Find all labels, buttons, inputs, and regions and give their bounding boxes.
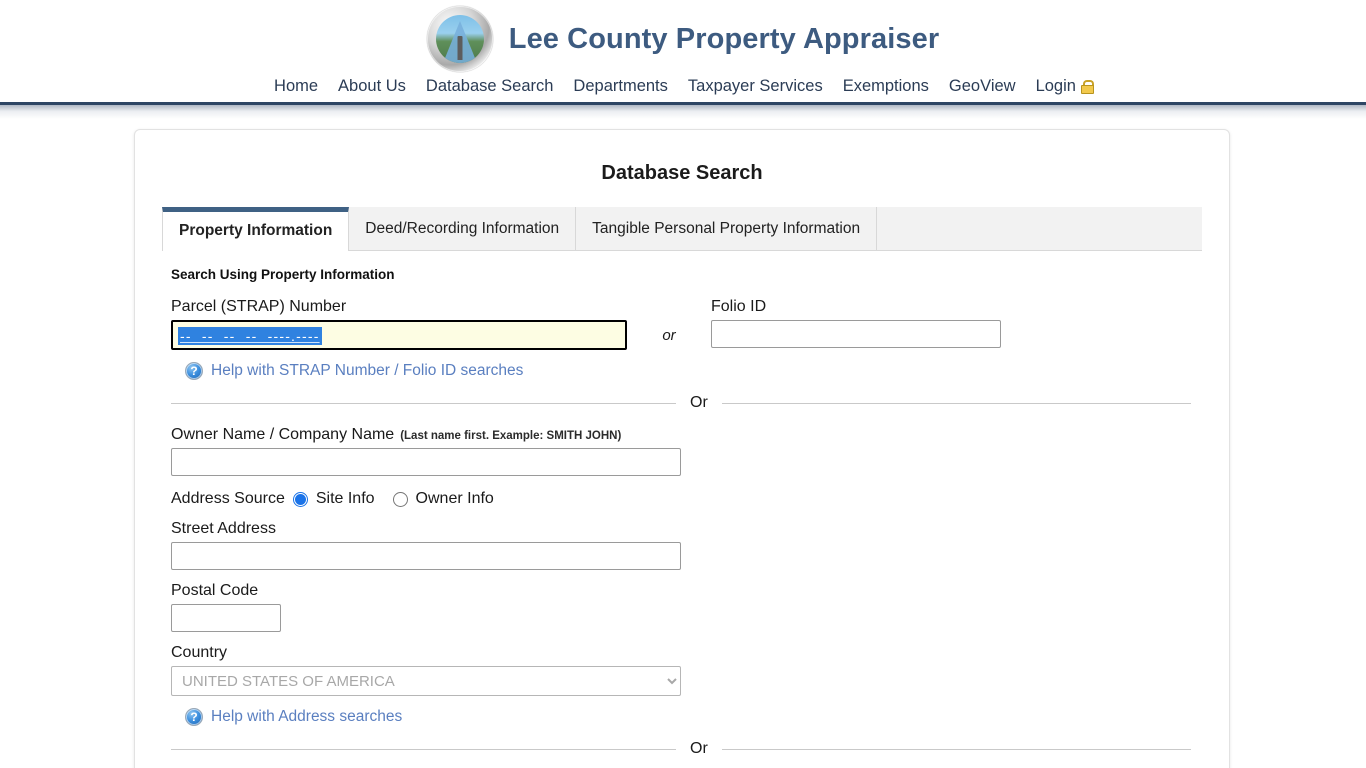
tab-bar: Property Information Deed/Recording Info… xyxy=(162,207,1202,251)
divider-line-left xyxy=(171,402,676,404)
nav-item-login[interactable]: Login xyxy=(1026,77,1102,96)
brand-row: Lee County Property Appraiser xyxy=(0,6,1366,72)
section-heading: Search Using Property Information xyxy=(171,267,395,282)
nav-item-database-search[interactable]: Database Search xyxy=(416,77,564,96)
nav-item-geoview[interactable]: GeoView xyxy=(939,77,1026,96)
postal-code-input[interactable] xyxy=(171,604,281,632)
radio-owner-info-label: Owner Info xyxy=(415,490,494,507)
help-strap-link[interactable]: Help with STRAP Number / Folio ID search… xyxy=(211,362,523,380)
divider-line-right xyxy=(721,402,1191,404)
nav-label: Database Search xyxy=(425,76,554,95)
address-source-row: Address Source Site Info Owner Info xyxy=(171,490,1201,508)
page-wrap: Database Search Property Information Dee… xyxy=(0,119,1366,768)
help-address-link[interactable]: Help with Address searches xyxy=(211,708,402,726)
site-header: Lee County Property Appraiser Home About… xyxy=(0,0,1366,119)
header-shadow xyxy=(0,105,1366,119)
or-inline-wrap: or xyxy=(627,298,711,344)
tab-property-information[interactable]: Property Information xyxy=(162,207,350,251)
tab-bar-filler xyxy=(877,207,1202,250)
nav-label: Departments xyxy=(573,76,668,95)
owner-name-label-text: Owner Name / Company Name xyxy=(171,426,395,443)
site-title: Lee County Property Appraiser xyxy=(508,22,940,55)
nav-label: Login xyxy=(1035,76,1076,95)
country-select[interactable]: UNITED STATES OF AMERICA xyxy=(171,666,681,696)
or-divider-2: Or xyxy=(171,740,1191,758)
county-seal-icon xyxy=(426,6,493,72)
postal-code-label: Postal Code xyxy=(171,582,259,599)
radio-owner-info[interactable] xyxy=(392,491,408,507)
help-address-row[interactable]: ? Help with Address searches xyxy=(185,708,1201,726)
radio-site-info-label: Site Info xyxy=(315,490,375,507)
strap-folio-row: Parcel (STRAP) Number -- -- -- -- ----.-… xyxy=(171,298,1201,350)
help-question-icon: ? xyxy=(185,708,203,726)
tab-label: Tangible Personal Property Information xyxy=(592,219,861,237)
nav-item-about-us[interactable]: About Us xyxy=(328,77,416,96)
owner-name-hint: (Last name first. Example: SMITH JOHN) xyxy=(400,430,622,442)
folio-label: Folio ID xyxy=(711,298,767,315)
owner-name-input[interactable] xyxy=(171,448,681,476)
address-source-label: Address Source xyxy=(171,490,285,507)
property-information-panel: Search Using Property Information Parcel… xyxy=(163,251,1201,768)
or-divider-1: Or xyxy=(171,394,1191,412)
divider-line-left xyxy=(171,748,676,750)
country-label: Country xyxy=(171,644,228,661)
tab-label: Deed/Recording Information xyxy=(365,219,560,237)
nav-label: About Us xyxy=(338,76,406,95)
strap-column: Parcel (STRAP) Number -- -- -- -- ----.-… xyxy=(171,298,627,350)
nav-item-exemptions[interactable]: Exemptions xyxy=(833,77,939,96)
street-address-block: Street Address xyxy=(171,520,1201,570)
tab-label: Property Information xyxy=(179,222,333,239)
nav-label: Exemptions xyxy=(842,76,929,95)
owner-name-block: Owner Name / Company Name (Last name firs… xyxy=(171,426,1201,476)
tab-tangible-personal-property-information[interactable]: Tangible Personal Property Information xyxy=(576,207,878,250)
content-card: Database Search Property Information Dee… xyxy=(134,129,1230,768)
folio-column: Folio ID xyxy=(711,298,1011,348)
owner-name-label: Owner Name / Company Name (Last name firs… xyxy=(171,426,1201,444)
strap-input[interactable] xyxy=(171,320,627,350)
help-question-icon: ? xyxy=(185,362,203,380)
folio-input[interactable] xyxy=(711,320,1001,348)
strap-label: Parcel (STRAP) Number xyxy=(171,298,347,315)
country-block: Country UNITED STATES OF AMERICA xyxy=(171,644,1201,696)
divider-line-right xyxy=(721,748,1191,750)
lock-icon xyxy=(1080,80,1094,94)
page-title: Database Search xyxy=(601,162,763,184)
or-divider-label: Or xyxy=(690,740,708,757)
strap-input-wrap: -- -- -- -- ----.---- xyxy=(171,320,627,350)
radio-site-info[interactable] xyxy=(292,491,308,507)
nav-label: Home xyxy=(274,76,319,95)
or-divider-label: Or xyxy=(690,394,708,411)
tab-deed-recording-information[interactable]: Deed/Recording Information xyxy=(349,207,577,250)
main-nav: Home About Us Database Search Department… xyxy=(0,72,1366,102)
nav-item-home[interactable]: Home xyxy=(264,77,328,96)
or-inline-label: or xyxy=(662,327,676,344)
nav-item-departments[interactable]: Departments xyxy=(563,77,677,96)
postal-code-block: Postal Code xyxy=(171,582,1201,632)
nav-label: GeoView xyxy=(948,76,1016,95)
street-address-input[interactable] xyxy=(171,542,681,570)
street-address-label: Street Address xyxy=(171,520,276,537)
nav-item-taxpayer-services[interactable]: Taxpayer Services xyxy=(678,77,833,96)
nav-label: Taxpayer Services xyxy=(687,76,823,95)
help-strap-row[interactable]: ? Help with STRAP Number / Folio ID sear… xyxy=(185,362,1201,380)
